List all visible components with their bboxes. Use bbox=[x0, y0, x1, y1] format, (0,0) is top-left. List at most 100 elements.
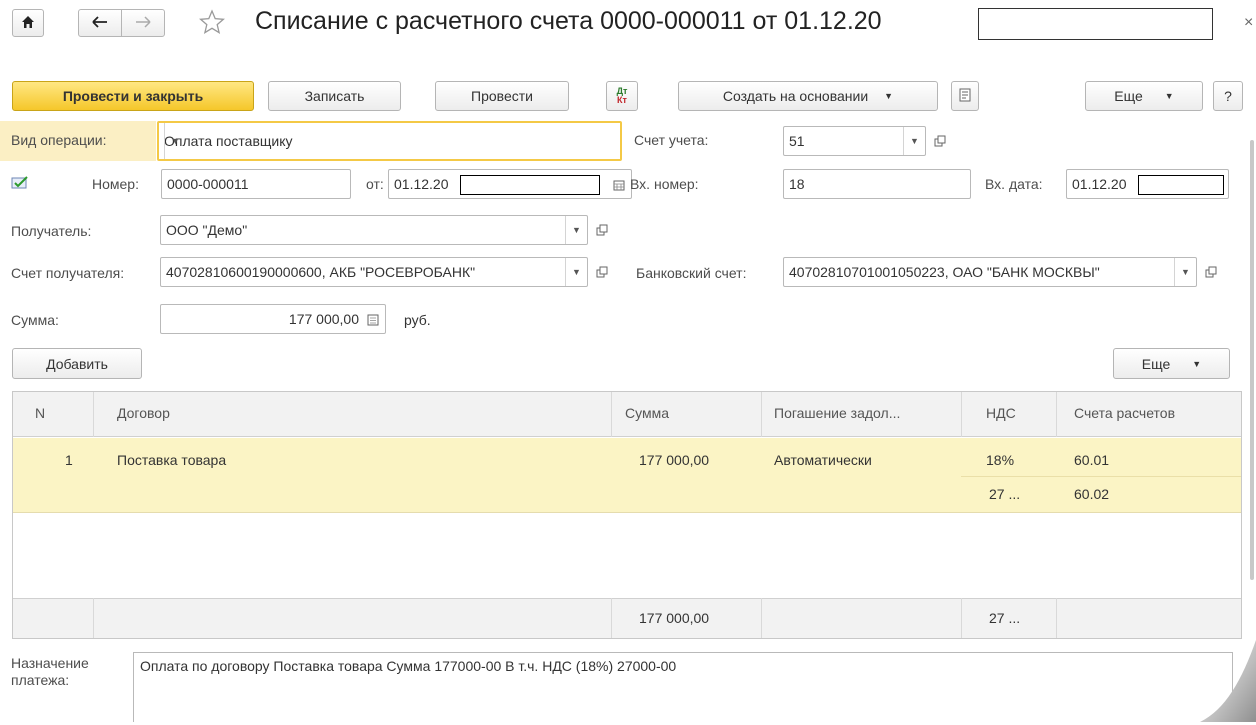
sum-value: 177 000,00 bbox=[288, 311, 359, 327]
row-vat-sum: 27 ... bbox=[989, 486, 1021, 502]
home-icon bbox=[21, 15, 35, 32]
number-label: Номер: bbox=[92, 176, 139, 192]
column-header-contract[interactable]: Договор bbox=[117, 405, 170, 421]
column-header-vat[interactable]: НДС bbox=[986, 405, 1016, 421]
add-row-button[interactable]: Добавить bbox=[12, 348, 142, 379]
open-icon[interactable] bbox=[592, 262, 612, 282]
in-date-label: Вх. дата: bbox=[985, 176, 1043, 192]
column-divider bbox=[1056, 598, 1057, 638]
in-number-value: 18 bbox=[789, 176, 805, 192]
currency-label: руб. bbox=[404, 312, 431, 328]
column-divider bbox=[611, 598, 612, 638]
footer-sum: 177 000,00 bbox=[639, 610, 710, 626]
page-curl-decoration bbox=[1180, 640, 1256, 722]
bank-account-field[interactable]: 40702810701001050223, ОАО "БАНК МОСКВЫ" … bbox=[783, 257, 1197, 287]
forward-button[interactable] bbox=[121, 9, 165, 37]
purpose-label-line2: платежа: bbox=[11, 672, 70, 688]
open-icon[interactable] bbox=[1201, 262, 1221, 282]
column-divider bbox=[761, 392, 762, 437]
column-header-sum[interactable]: Сумма bbox=[625, 405, 669, 421]
arrow-right-icon bbox=[135, 15, 151, 31]
number-value: 0000-000011 bbox=[167, 176, 249, 192]
report-icon bbox=[959, 88, 971, 105]
chevron-down-icon[interactable]: ▼ bbox=[565, 258, 587, 286]
more-button[interactable]: Еще ▼ bbox=[1085, 81, 1203, 111]
table-more-button[interactable]: Еще ▼ bbox=[1113, 348, 1230, 379]
close-icon[interactable]: × bbox=[1244, 14, 1253, 32]
create-based-on-label: Создать на основании bbox=[722, 88, 869, 104]
report-button[interactable] bbox=[951, 81, 979, 111]
in-number-field[interactable]: 18 bbox=[783, 169, 971, 199]
column-header-accounts[interactable]: Счета расчетов bbox=[1074, 405, 1175, 421]
operation-type-value: Оплата поставщику bbox=[164, 133, 293, 149]
redacted-in-date bbox=[1138, 175, 1224, 195]
recipient-value: ООО "Демо" bbox=[166, 222, 248, 238]
scrollbar[interactable] bbox=[1250, 140, 1254, 580]
save-button[interactable]: Записать bbox=[268, 81, 401, 111]
bank-account-label: Банковский счет: bbox=[636, 265, 747, 281]
row-vat-rate: 18% bbox=[986, 452, 1015, 468]
column-divider bbox=[93, 598, 94, 638]
recipient-account-label: Счет получателя: bbox=[11, 265, 125, 281]
column-header-n[interactable]: N bbox=[35, 405, 45, 421]
open-icon[interactable] bbox=[930, 131, 950, 151]
open-icon[interactable] bbox=[592, 220, 612, 240]
favorite-star-icon[interactable] bbox=[198, 9, 226, 35]
recipient-field[interactable]: ООО "Демо" ▼ bbox=[160, 215, 588, 245]
chevron-down-icon: ▼ bbox=[884, 91, 894, 101]
date-label: от: bbox=[366, 176, 384, 192]
column-header-repayment[interactable]: Погашение задол... bbox=[774, 405, 900, 421]
bank-account-value: 40702810701001050223, ОАО "БАНК МОСКВЫ" bbox=[789, 264, 1100, 280]
sum-field[interactable]: 177 000,00 bbox=[160, 304, 386, 334]
number-field[interactable]: 0000-000011 bbox=[161, 169, 351, 199]
column-divider bbox=[961, 598, 962, 638]
purpose-textarea[interactable]: Оплата по договору Поставка товара Сумма… bbox=[133, 652, 1233, 722]
purpose-label-line1: Назначение bbox=[11, 655, 89, 671]
document-title: Списание с расчетного счета 0000-000011 … bbox=[255, 7, 882, 35]
post-button[interactable]: Провести bbox=[435, 81, 569, 111]
column-divider bbox=[1056, 392, 1057, 437]
row-contract: Поставка товара bbox=[117, 452, 227, 468]
operation-type-field[interactable]: Оплата поставщику ▼ bbox=[157, 121, 622, 161]
row-sum: 177 000,00 bbox=[639, 452, 710, 468]
column-divider bbox=[761, 598, 762, 638]
payment-table: N Договор Сумма Погашение задол... НДС С… bbox=[12, 391, 1242, 639]
kt-label: Кт bbox=[617, 95, 627, 105]
operation-label: Вид операции: bbox=[11, 132, 107, 148]
post-and-close-button[interactable]: Провести и закрыть bbox=[12, 81, 254, 111]
row-account-2: 60.02 bbox=[1074, 486, 1110, 502]
back-button[interactable] bbox=[78, 9, 122, 37]
column-divider bbox=[611, 392, 612, 437]
chevron-down-icon: ▼ bbox=[1192, 358, 1202, 369]
create-based-on-button[interactable]: Создать на основании ▼ bbox=[678, 81, 938, 111]
purpose-label: Назначение платежа: bbox=[11, 655, 89, 689]
redacted-date bbox=[460, 175, 600, 195]
row-repayment: Автоматически bbox=[774, 452, 872, 468]
table-more-label: Еще bbox=[1141, 355, 1171, 372]
recipient-account-value: 40702810600190000600, АКБ "РОСЕВРОБАНК" bbox=[166, 264, 476, 280]
help-button[interactable]: ? bbox=[1213, 81, 1243, 111]
dt-kt-icon: Дт Кт bbox=[617, 87, 628, 105]
row-subdivider bbox=[961, 476, 1241, 477]
posted-status-icon bbox=[11, 175, 29, 192]
column-divider bbox=[961, 392, 962, 437]
calendar-icon[interactable] bbox=[613, 178, 625, 194]
account-field[interactable]: 51 ▼ bbox=[783, 126, 926, 156]
in-number-label: Вх. номер: bbox=[630, 176, 699, 192]
recipient-account-field[interactable]: 40702810600190000600, АКБ "РОСЕВРОБАНК" … bbox=[160, 257, 588, 287]
chevron-down-icon[interactable]: ▼ bbox=[903, 127, 925, 155]
chevron-down-icon[interactable]: ▼ bbox=[164, 123, 186, 159]
home-button[interactable] bbox=[12, 9, 44, 37]
more-label: Еще bbox=[1114, 88, 1143, 104]
footer-vat: 27 ... bbox=[989, 610, 1021, 626]
arrow-left-icon bbox=[92, 15, 108, 31]
chevron-down-icon[interactable]: ▼ bbox=[565, 216, 587, 244]
chevron-down-icon[interactable]: ▼ bbox=[1174, 258, 1196, 286]
row-number: 1 bbox=[65, 452, 73, 468]
calculator-icon[interactable] bbox=[367, 313, 379, 329]
column-divider bbox=[93, 392, 94, 437]
dt-kt-button[interactable]: Дт Кт bbox=[606, 81, 638, 111]
account-label: Счет учета: bbox=[634, 132, 709, 148]
redacted-year bbox=[978, 8, 1213, 40]
chevron-down-icon: ▼ bbox=[1164, 91, 1174, 101]
